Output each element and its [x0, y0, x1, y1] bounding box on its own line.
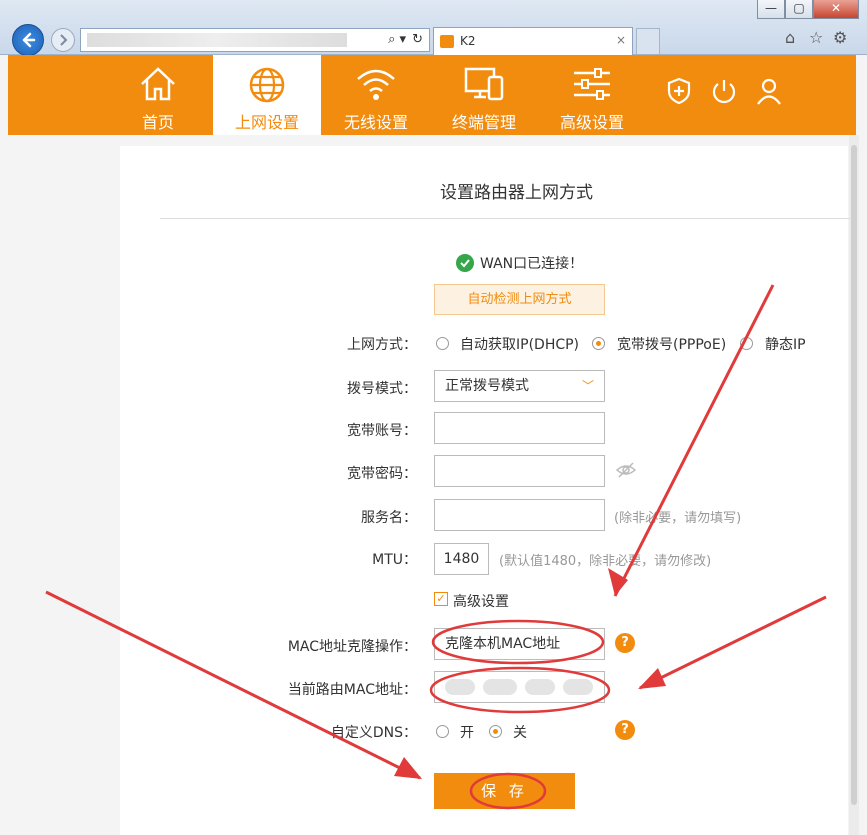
- wan-status: WAN口已连接！: [456, 253, 583, 273]
- service-input[interactable]: [434, 499, 605, 531]
- current-mac-input[interactable]: [434, 671, 605, 703]
- mac-clone-select[interactable]: 克隆本机MAC地址: [434, 628, 605, 660]
- sliders-icon: [574, 68, 610, 100]
- current-mac-label: 当前路由MAC地址：: [287, 682, 417, 698]
- tab-title: K2: [460, 34, 476, 48]
- power-icon[interactable]: [710, 77, 738, 105]
- browser-chrome: — ▢ ✕ ⌕ ▾ ↻ K2 × ⌂ ☆ ⚙: [0, 0, 867, 56]
- new-tab-button[interactable]: [636, 28, 660, 54]
- radio-static-ip[interactable]: [740, 337, 753, 350]
- radio-dhcp[interactable]: [436, 337, 449, 350]
- close-window-button[interactable]: ✕: [813, 0, 859, 19]
- nav-label: 终端管理: [451, 113, 516, 132]
- back-button[interactable]: [12, 24, 44, 56]
- nav-label: 无线设置: [343, 113, 408, 132]
- mac-clone-help-icon[interactable]: ?: [615, 633, 635, 653]
- page-scrollbar[interactable]: [849, 135, 859, 835]
- address-bar-actions: ⌕ ▾ ↻: [388, 32, 423, 47]
- router-top-nav: 首页 上网设置 无线设置 终端管理 高级设置: [8, 55, 856, 135]
- forward-button[interactable]: [51, 28, 75, 52]
- radio-dns-off-label[interactable]: 关: [513, 722, 527, 742]
- dns-label: 自定义DNS：: [330, 725, 417, 741]
- favorites-star-icon[interactable]: ☆: [809, 28, 823, 47]
- home-icon[interactable]: ⌂: [785, 28, 795, 47]
- service-label: 服务名：: [361, 510, 417, 526]
- radio-dhcp-label[interactable]: 自动获取IP(DHCP): [460, 334, 579, 354]
- radio-dns-off[interactable]: [489, 725, 502, 738]
- scrollbar-thumb[interactable]: [851, 145, 857, 805]
- nav-label: 首页: [141, 113, 174, 132]
- tools-gear-icon[interactable]: ⚙: [833, 28, 847, 47]
- dial-mode-value: 正常拨号模式: [445, 378, 529, 394]
- radio-dns-on-label[interactable]: 开: [460, 722, 474, 742]
- globe-icon: [249, 67, 285, 103]
- conn-mode-label: 上网方式：: [347, 337, 417, 353]
- account-input[interactable]: [434, 412, 605, 444]
- tab-close-icon[interactable]: ×: [616, 33, 626, 47]
- home-icon: [141, 67, 175, 101]
- title-divider: [160, 218, 850, 219]
- shield-plus-icon[interactable]: [666, 77, 692, 105]
- address-bar[interactable]: ⌕ ▾ ↻: [80, 28, 430, 52]
- mtu-hint: (默认值1480，除非必要，请勿修改): [499, 554, 712, 569]
- window-controls: — ▢ ✕: [757, 0, 859, 19]
- dial-mode-select[interactable]: 正常拨号模式 ﹀: [434, 370, 605, 402]
- mac-clone-value: 克隆本机MAC地址: [445, 636, 561, 652]
- nav-item-internet[interactable]: 上网设置: [213, 55, 321, 135]
- tab-favicon-icon: [440, 35, 454, 48]
- dns-help-icon[interactable]: ?: [615, 720, 635, 740]
- chevron-down-icon: ﹀: [581, 379, 594, 393]
- arrow-right-icon: [60, 34, 68, 46]
- refresh-icon[interactable]: ↻: [412, 32, 423, 47]
- mtu-input[interactable]: 1480: [434, 543, 489, 575]
- blurred-url: [87, 33, 347, 47]
- check-circle-icon: [456, 254, 474, 272]
- dial-mode-label: 拨号模式：: [347, 381, 417, 397]
- eye-hidden-icon[interactable]: [616, 462, 636, 478]
- radio-static-ip-label[interactable]: 静态IP: [765, 334, 806, 354]
- radio-pppoe[interactable]: [592, 337, 605, 350]
- nav-item-advanced[interactable]: 高级设置: [538, 55, 646, 135]
- search-dropdown-icon[interactable]: ⌕ ▾: [388, 32, 406, 47]
- account-label: 宽带账号：: [347, 423, 417, 439]
- devices-icon: [464, 67, 504, 101]
- minimize-button[interactable]: —: [757, 0, 785, 19]
- user-icon[interactable]: [756, 77, 782, 105]
- service-hint: (除非必要，请勿填写): [614, 511, 742, 526]
- nav-label: 高级设置: [559, 113, 624, 132]
- password-input[interactable]: [434, 455, 605, 487]
- browser-tab[interactable]: K2 ×: [433, 27, 633, 55]
- mtu-label: MTU：: [372, 552, 417, 568]
- advanced-checkbox-label[interactable]: 高级设置: [453, 591, 509, 611]
- arrow-left-icon: [22, 32, 36, 48]
- mac-clone-label: MAC地址克隆操作：: [287, 639, 417, 655]
- wifi-icon: [357, 69, 395, 100]
- radio-pppoe-label[interactable]: 宽带拨号(PPPoE): [617, 334, 726, 354]
- blurred-mac-segment: [525, 679, 555, 695]
- nav-item-devices[interactable]: 终端管理: [430, 55, 538, 135]
- password-label: 宽带密码：: [347, 466, 417, 482]
- nav-item-home[interactable]: 首页: [104, 55, 212, 135]
- nav-label: 上网设置: [234, 113, 299, 132]
- page-title: 设置路由器上网方式: [440, 183, 593, 203]
- blurred-mac-segment: [445, 679, 475, 695]
- radio-dns-on[interactable]: [436, 725, 449, 738]
- blurred-mac-segment: [563, 679, 593, 695]
- wan-status-text: WAN口已连接！: [480, 256, 584, 272]
- nav-item-wireless[interactable]: 无线设置: [322, 55, 430, 135]
- maximize-button[interactable]: ▢: [785, 0, 813, 19]
- blurred-mac-segment: [483, 679, 517, 695]
- auto-detect-button[interactable]: 自动检测上网方式: [434, 284, 605, 315]
- advanced-checkbox[interactable]: ✓: [434, 592, 448, 606]
- save-button[interactable]: 保 存: [434, 773, 575, 809]
